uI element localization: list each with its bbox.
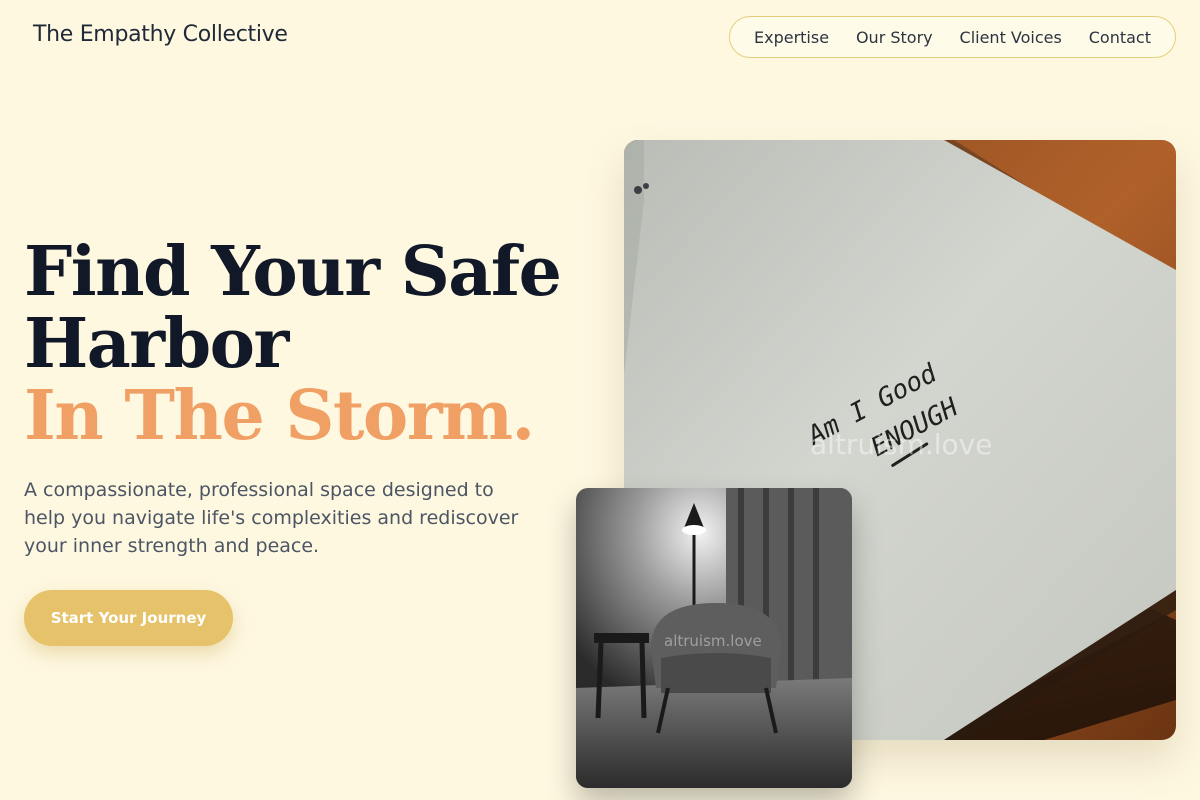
nav-item-client-voices[interactable]: Client Voices (960, 28, 1062, 47)
main-nav: Expertise Our Story Client Voices Contac… (729, 16, 1176, 58)
hero-headline-line1: Find Your Safe (24, 232, 562, 312)
hero-headline: Find Your Safe Harbor In The Storm. (24, 232, 562, 456)
hero-subtext: A compassionate, professional space desi… (24, 479, 519, 557)
nav-item-expertise[interactable]: Expertise (754, 28, 829, 47)
nav-item-our-story[interactable]: Our Story (856, 28, 933, 47)
armchair-photo: altruism.love (576, 488, 852, 788)
main-watermark: altruism.love (810, 428, 992, 461)
hero-headline-line2: Harbor (24, 304, 289, 384)
brand-logo-text[interactable]: The Empathy Collective (33, 22, 288, 47)
nav-item-contact[interactable]: Contact (1089, 28, 1151, 47)
start-journey-button[interactable]: Start Your Journey (24, 590, 233, 646)
small-watermark: altruism.love (664, 632, 762, 650)
hero-headline-accent: In The Storm. (24, 376, 535, 456)
